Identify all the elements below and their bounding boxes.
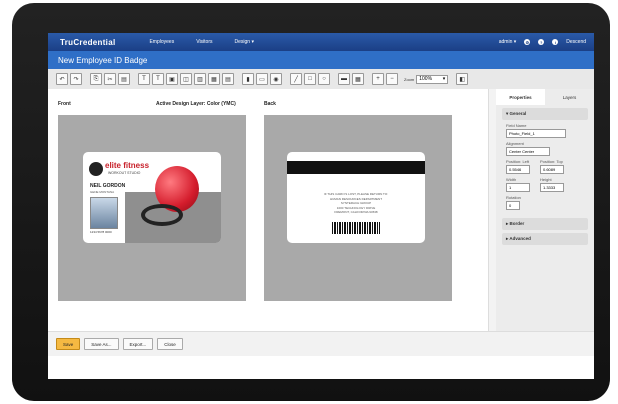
paste-icon[interactable]: ▤	[118, 73, 130, 85]
properties-panel: Properties Layers ▾ General Field Name P…	[496, 89, 594, 331]
copy-icon[interactable]: ⎘	[90, 73, 102, 85]
rotation-label: Rotation	[506, 195, 521, 200]
close-button[interactable]: Close	[157, 338, 183, 350]
size-row: Width 1 Height 1.3333	[496, 174, 594, 192]
pos-left-input[interactable]: 0.5546	[506, 165, 530, 174]
alignment-label: Alignment	[506, 141, 524, 146]
pos-top-label: Position: Top	[540, 159, 563, 164]
user-menu[interactable]: admin ▾	[499, 39, 517, 45]
app-logo: TruCredential	[60, 37, 116, 47]
info-icon[interactable]: i	[552, 39, 559, 45]
rotation-input[interactable]: 0	[506, 201, 520, 210]
layout-icon[interactable]: ▤	[222, 73, 234, 85]
field-name-input[interactable]: Photo_Field_1	[506, 129, 566, 138]
zoom-value: 100%	[419, 76, 433, 82]
chevron-down-icon: ▾	[442, 76, 446, 82]
zoom-in-icon[interactable]: +	[372, 73, 384, 85]
kettlebell-handle	[141, 204, 183, 226]
front-card[interactable]: elite fitness WORKOUT STUDIO NEIL GORDON…	[83, 152, 221, 243]
ellipse-icon[interactable]: ○	[318, 73, 330, 85]
chip-icon[interactable]: ◉	[270, 73, 282, 85]
zoom-label: Zoom	[404, 76, 415, 82]
return-line-5: FREMONT, CALIFORNIA 94538	[334, 210, 378, 214]
back-label: Back	[264, 101, 276, 107]
rectangle-icon[interactable]: □	[304, 73, 316, 85]
nav-design[interactable]: Design ▾	[235, 39, 254, 45]
width-input[interactable]: 1	[506, 183, 530, 192]
advanced-section-header[interactable]: ▸ Advanced	[502, 233, 588, 245]
logout-link[interactable]: Descend	[566, 39, 586, 45]
employee-name: NEIL GORDON	[90, 183, 126, 189]
gear-logo-icon	[89, 162, 103, 176]
employee-photo[interactable]	[90, 197, 118, 229]
signature-icon[interactable]: ▦	[208, 73, 220, 85]
workspace: Front Active Design Layer: Color (YMC) B…	[48, 89, 594, 331]
general-section-header[interactable]: ▾ General	[502, 108, 588, 120]
back-card[interactable]: IF THIS CARD IS LOST, PLEASE RETURN TO: …	[287, 152, 425, 243]
photo-icon[interactable]: ◫	[180, 73, 192, 85]
design-toolbar: ↶ ↷ ⎘ ✂ ▤ T T ▣ ◫ ▥ ▦ ▤ ▮ ▭ ◉ ╱ □ ○ ▬ ▦	[48, 69, 594, 90]
line-icon[interactable]: ╱	[290, 73, 302, 85]
app-screen: TruCredential Employees Visitors Design …	[48, 33, 594, 379]
help-icon[interactable]: ?	[538, 39, 545, 45]
bottom-action-bar: Save Save As... Export... Close	[48, 331, 594, 356]
save-button[interactable]: Save	[56, 338, 81, 350]
properties-tabs: Properties Layers	[496, 89, 594, 105]
front-panel: elite fitness WORKOUT STUDIO NEIL GORDON…	[58, 115, 246, 301]
undo-icon[interactable]: ↶	[56, 73, 68, 85]
export-button[interactable]: Export...	[122, 338, 154, 350]
grid-icon[interactable]: ▦	[352, 73, 364, 85]
align-icon[interactable]: ▬	[338, 73, 350, 85]
employee-role: GENE MONTANA	[90, 190, 115, 194]
text-field-icon[interactable]: T	[138, 73, 150, 85]
save-as-button[interactable]: Save As...	[84, 338, 119, 350]
text-icon[interactable]: T	[152, 73, 164, 85]
active-layer-label: Active Design Layer: Color (YMC)	[156, 101, 236, 107]
position-row: Position: Left 0.5546 Position: Top 0.60…	[496, 156, 594, 174]
height-label: Height	[540, 177, 552, 182]
page-title: New Employee ID Badge	[48, 51, 594, 69]
alignment-select[interactable]: Center Center	[506, 147, 550, 156]
redo-icon[interactable]: ↷	[70, 73, 82, 85]
advanced-label: Advanced	[509, 236, 531, 241]
border-section-header[interactable]: ▸ Border	[502, 218, 588, 230]
barcode	[332, 222, 380, 234]
field-name-label: Field Name	[506, 123, 527, 128]
barcode-icon[interactable]: ▥	[194, 73, 206, 85]
stripe-icon[interactable]: ▮	[242, 73, 254, 85]
tablet-frame: TruCredential Employees Visitors Design …	[12, 3, 610, 401]
width-label: Width	[506, 177, 517, 182]
employee-id: 1234 5678 0000	[90, 230, 112, 234]
top-navbar: TruCredential Employees Visitors Design …	[48, 33, 594, 51]
zoom-out-icon[interactable]: −	[386, 73, 398, 85]
nav-visitors[interactable]: Visitors	[196, 39, 212, 45]
card-icon[interactable]: ▭	[256, 73, 268, 85]
pos-left-label: Position: Left	[506, 159, 530, 164]
canvas-area: Front Active Design Layer: Color (YMC) B…	[48, 89, 488, 331]
zoom-select[interactable]: 100% ▾	[416, 74, 449, 84]
border-label: Border	[509, 221, 525, 226]
pos-top-input[interactable]: 0.6089	[540, 165, 564, 174]
front-label: Front	[58, 101, 71, 107]
brand-name: elite fitness	[105, 161, 150, 170]
return-address: IF THIS CARD IS LOST, PLEASE RETURN TO: …	[287, 192, 425, 215]
nav-employees[interactable]: Employees	[149, 39, 174, 45]
tab-layers[interactable]: Layers	[545, 89, 594, 105]
back-panel: IF THIS CARD IS LOST, PLEASE RETURN TO: …	[264, 115, 452, 301]
image-icon[interactable]: ▣	[166, 73, 178, 85]
gear-icon[interactable]: ⚙	[524, 39, 531, 45]
canvas-scrollbar[interactable]	[488, 89, 496, 331]
brand-subtitle: WORKOUT STUDIO	[108, 171, 141, 175]
cut-icon[interactable]: ✂	[104, 73, 116, 85]
preview-icon[interactable]: ◧	[456, 73, 469, 85]
magnetic-stripe	[287, 161, 425, 174]
general-label: General	[509, 111, 527, 116]
tab-properties[interactable]: Properties	[496, 89, 545, 105]
alignment-value: Center Center	[509, 149, 535, 154]
nav-right: admin ▾ ⚙ ? i Descend	[499, 33, 586, 51]
height-input[interactable]: 1.3333	[540, 183, 564, 192]
